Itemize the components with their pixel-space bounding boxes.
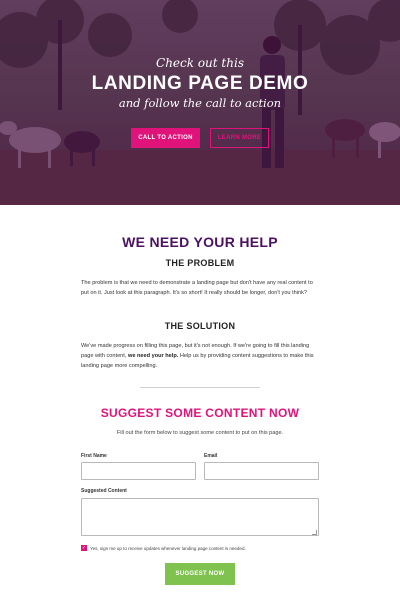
- first-name-input[interactable]: [81, 462, 196, 480]
- email-input[interactable]: [204, 462, 319, 480]
- solution-paragraph: We've made progress on filling this page…: [81, 341, 321, 371]
- section-divider: [140, 387, 260, 388]
- suggested-content-label: Suggested Content: [81, 488, 127, 494]
- updates-checkbox-label: Yes, sign me up to receive updates whene…: [90, 545, 246, 551]
- suggest-heading: SUGGEST SOME CONTENT NOW: [100, 406, 300, 420]
- first-name-label: First Name: [81, 453, 107, 459]
- learn-more-button[interactable]: LEARN MORE: [210, 128, 269, 148]
- email-label: Email: [204, 453, 218, 459]
- solution-heading: THE SOLUTION: [164, 321, 236, 331]
- textarea-resize-handle[interactable]: [312, 530, 317, 535]
- suggested-content-textarea[interactable]: [81, 498, 319, 536]
- hero-subtitle: and follow the call to action: [118, 96, 282, 110]
- form-intro: Fill out the form below to suggest some …: [116, 430, 284, 436]
- hero-kicker: Check out this: [156, 56, 244, 70]
- problem-paragraph: The problem is that we need to demonstra…: [81, 280, 313, 296]
- hero-title: LANDING PAGE DEMO: [91, 73, 309, 94]
- solution-text-bold: we need your help.: [127, 353, 179, 359]
- problem-heading: THE PROBLEM: [165, 258, 235, 268]
- hero-content: Check out this LANDING PAGE DEMO and fol…: [0, 0, 400, 205]
- updates-checkbox[interactable]: ✓: [81, 545, 87, 551]
- hero-section: Check out this LANDING PAGE DEMO and fol…: [0, 0, 400, 205]
- call-to-action-button[interactable]: CALL TO ACTION: [131, 128, 200, 148]
- suggest-now-button[interactable]: SUGGEST NOW: [165, 563, 235, 585]
- updates-checkbox-row[interactable]: ✓ Yes, sign me up to receive updates whe…: [81, 544, 246, 552]
- check-icon: ✓: [81, 544, 87, 551]
- main-content: WE NEED YOUR HELP THE PROBLEM The proble…: [0, 205, 400, 600]
- help-heading: WE NEED YOUR HELP: [122, 234, 278, 250]
